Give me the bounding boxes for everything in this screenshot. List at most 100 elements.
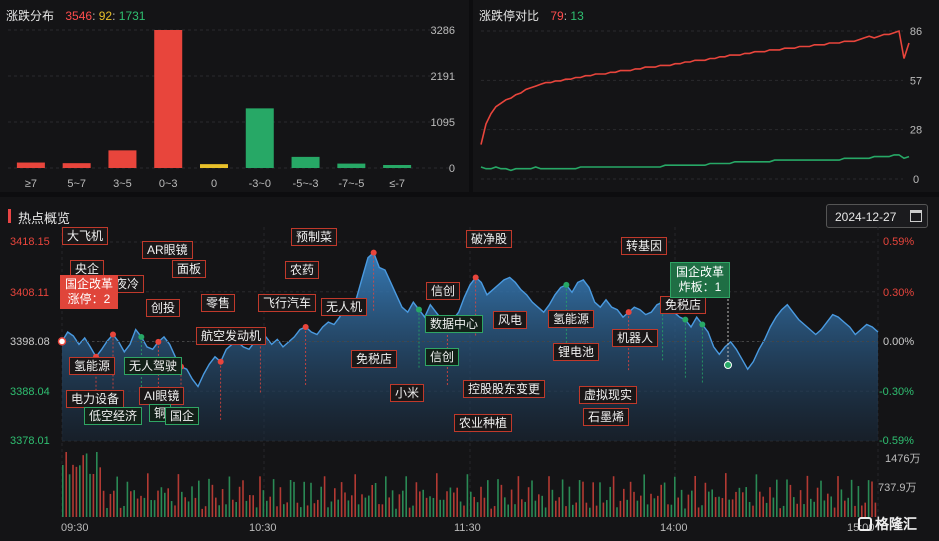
volume-bar xyxy=(827,493,829,517)
volume-bar xyxy=(211,484,214,517)
volume-bar xyxy=(490,508,492,517)
event-dot xyxy=(110,331,116,338)
distribution-panel: 涨跌分布 3546: 92: 1731 3286 2191 1095 0 ≥7 5~7 3~… xyxy=(0,0,469,192)
concept-tag[interactable]: AI眼镜 xyxy=(139,387,185,405)
volume-bar xyxy=(687,494,690,517)
concept-tag[interactable]: 虚拟现实 xyxy=(579,386,638,404)
volume-bar xyxy=(415,482,418,517)
volume-bar xyxy=(718,496,720,517)
volume-bar xyxy=(170,501,173,517)
concept-tag[interactable]: 低空经济 xyxy=(84,407,143,425)
volume-bar xyxy=(473,496,475,517)
volume-bar xyxy=(497,479,499,517)
volume-bar xyxy=(201,508,203,517)
time-tick: 11:30 xyxy=(454,522,481,534)
concept-tag[interactable]: 电力设备 xyxy=(66,390,125,408)
concept-tag[interactable]: 数据中心 xyxy=(425,315,484,333)
volume-bar xyxy=(701,505,703,517)
volume-bar xyxy=(344,492,346,517)
callout-title: 国企改革 xyxy=(676,265,725,279)
volume-bar xyxy=(79,465,81,517)
volume-bar xyxy=(354,474,356,517)
concept-tag[interactable]: 免税店 xyxy=(660,296,707,314)
volume-bar xyxy=(657,495,659,517)
volume-bar xyxy=(89,473,91,517)
volume-bar xyxy=(514,504,516,517)
volume-bar xyxy=(799,490,802,517)
volume-bar xyxy=(412,505,414,517)
callout-title: 国企改革 xyxy=(65,277,114,291)
volume-bar xyxy=(306,505,309,517)
volume-bar xyxy=(228,476,231,517)
volume-bar xyxy=(221,489,224,517)
volume-bar xyxy=(289,479,292,517)
concept-tag[interactable]: 国企 xyxy=(165,407,200,425)
event-dot xyxy=(563,281,570,288)
concept-tag[interactable]: 无人机 xyxy=(321,298,368,316)
event-dot xyxy=(682,316,689,323)
concept-tag[interactable]: 破净股 xyxy=(466,230,513,248)
volume-bar xyxy=(317,499,319,517)
volume-bar xyxy=(663,482,666,517)
concept-tag[interactable]: 航空发动机 xyxy=(196,327,267,345)
volume-bar xyxy=(595,505,598,517)
concept-tag[interactable]: 小米 xyxy=(390,384,425,402)
volume-bar xyxy=(225,504,227,517)
volume-bar xyxy=(232,499,234,517)
concept-tag[interactable]: 农业种植 xyxy=(454,414,513,432)
concept-tag[interactable]: 预制菜 xyxy=(291,228,338,246)
concept-tag[interactable]: 面板 xyxy=(172,260,207,278)
volume-bar xyxy=(310,482,312,517)
x-tick-label: -7~-5 xyxy=(338,178,364,190)
concept-tag[interactable]: 信创 xyxy=(425,348,460,366)
volume-bar xyxy=(184,497,186,517)
volume-bar xyxy=(840,489,843,517)
volume-bar xyxy=(575,502,577,517)
volume-bar xyxy=(697,507,700,517)
concept-tag[interactable]: AR眼镜 xyxy=(142,241,193,259)
concept-tag[interactable]: 零售 xyxy=(201,294,236,312)
concept-tag[interactable]: 氢能源 xyxy=(69,357,116,375)
volume-bar xyxy=(565,506,567,517)
concept-tag[interactable]: 免税店 xyxy=(351,350,398,368)
volume-bar xyxy=(432,497,435,517)
time-tick: 10:30 xyxy=(249,522,277,534)
concept-tag[interactable]: 创投 xyxy=(146,299,181,317)
left-tick: 3418.15 xyxy=(10,236,50,248)
concept-tag[interactable]: 无人驾驶 xyxy=(124,357,183,375)
concept-tag[interactable]: 信创 xyxy=(426,282,461,300)
volume-bar xyxy=(385,476,387,517)
volume-bar xyxy=(541,495,543,517)
volume-bar xyxy=(269,496,271,517)
sector-callout-limit-up[interactable]: 国企改革 涨停：2 xyxy=(60,275,119,309)
volume-bar xyxy=(147,473,149,517)
concept-tag[interactable]: 石墨烯 xyxy=(583,408,630,426)
concept-tag[interactable]: 大飞机 xyxy=(62,227,109,245)
volume-bar xyxy=(378,504,380,517)
volume-bar xyxy=(572,504,574,517)
concept-tag[interactable]: 机器人 xyxy=(612,329,659,347)
concept-tag[interactable]: 控股股东变更 xyxy=(463,380,546,398)
x-tick-label: 3~5 xyxy=(113,178,132,190)
concept-tag[interactable]: 飞行汽车 xyxy=(258,294,317,312)
concept-tag[interactable]: 锂电池 xyxy=(553,343,600,361)
y-tick-label: 57 xyxy=(910,75,922,87)
volume-bar xyxy=(470,491,472,517)
volume-bar xyxy=(772,497,775,517)
sector-callout-broken[interactable]: 国企改革 炸板：1 xyxy=(670,262,731,298)
right-tick: 0.00% xyxy=(883,336,915,348)
concept-tag[interactable]: 农药 xyxy=(285,261,320,279)
concept-tag[interactable]: 转基因 xyxy=(621,237,668,255)
concept-tag[interactable]: 风电 xyxy=(493,311,528,329)
concept-tag[interactable]: 氢能源 xyxy=(548,310,595,328)
volume-bar xyxy=(844,500,846,517)
limit-chart: 86 57 28 0 xyxy=(480,26,922,186)
bar xyxy=(16,162,45,168)
bar xyxy=(200,164,228,168)
event-dot xyxy=(217,358,224,365)
volume-bar xyxy=(116,476,118,517)
volume-bar xyxy=(436,473,438,517)
y-tick-label: 0 xyxy=(449,163,455,175)
volume-bar xyxy=(143,497,146,517)
volume-bar xyxy=(500,484,503,517)
